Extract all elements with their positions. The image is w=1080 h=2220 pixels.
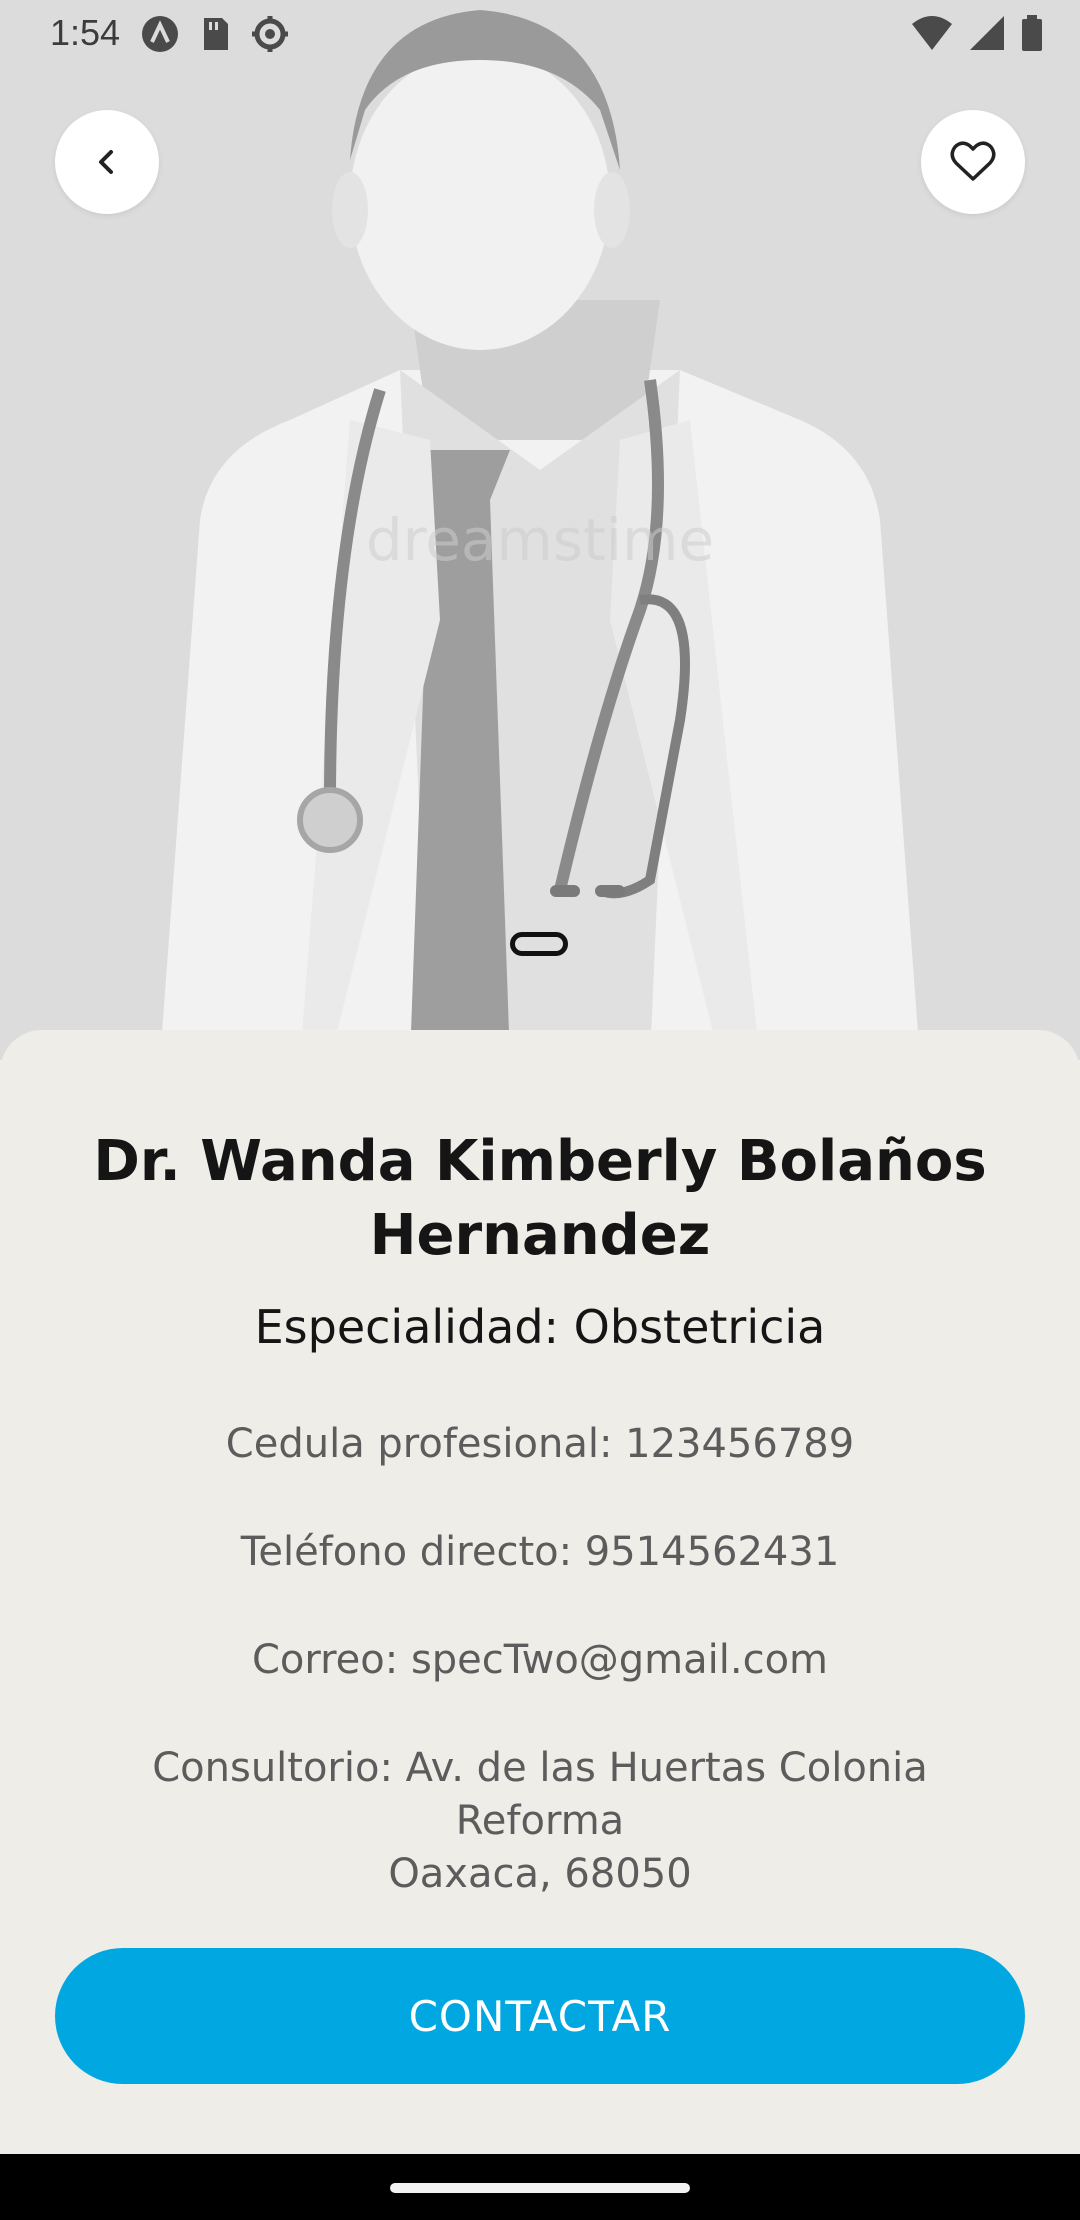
office-address-line-3: Oaxaca, 68050 bbox=[388, 1851, 692, 1897]
doctor-silhouette-image: dreamstime bbox=[0, 0, 1080, 1060]
image-page-indicator bbox=[510, 932, 568, 956]
sd-card-icon bbox=[204, 18, 228, 50]
doctor-specialty: Especialidad: Obstetricia bbox=[254, 1300, 826, 1354]
office-address-line-1: Consultorio: Av. de las Huertas Colonia bbox=[152, 1745, 928, 1791]
status-icons-right bbox=[910, 14, 1044, 52]
wifi-icon bbox=[912, 16, 952, 50]
back-button[interactable] bbox=[55, 110, 159, 214]
status-icons-left bbox=[140, 14, 290, 54]
doctor-name: Dr. Wanda Kimberly Bolaños Hernandez bbox=[93, 1129, 987, 1268]
phone-text: Teléfono directo: 9514562431 bbox=[240, 1529, 840, 1575]
settings-icon bbox=[252, 16, 288, 52]
office-address: Consultorio: Av. de las Huertas Colonia … bbox=[100, 1742, 980, 1901]
doctor-photo: dreamstime bbox=[0, 0, 1080, 1060]
contact-button-label: CONTACTAR bbox=[408, 1991, 672, 2041]
chevron-left-icon bbox=[99, 150, 113, 174]
cedula-text: Cedula profesional: 123456789 bbox=[225, 1421, 855, 1467]
status-bar: 1:54 bbox=[0, 0, 1080, 66]
heart-outline-icon bbox=[950, 141, 996, 181]
email-text: Correo: specTwo@gmail.com bbox=[251, 1637, 829, 1683]
office-address-line-2: Reforma bbox=[455, 1798, 625, 1844]
home-indicator[interactable] bbox=[390, 2183, 690, 2193]
status-time: 1:54 bbox=[50, 12, 121, 53]
favorite-button[interactable] bbox=[921, 110, 1025, 214]
svg-text:dreamstime: dreamstime bbox=[366, 506, 714, 574]
battery-icon bbox=[1022, 15, 1042, 51]
signal-icon bbox=[970, 16, 1004, 50]
a-icon bbox=[142, 16, 178, 52]
contact-button[interactable]: CONTACTAR bbox=[55, 1948, 1025, 2084]
